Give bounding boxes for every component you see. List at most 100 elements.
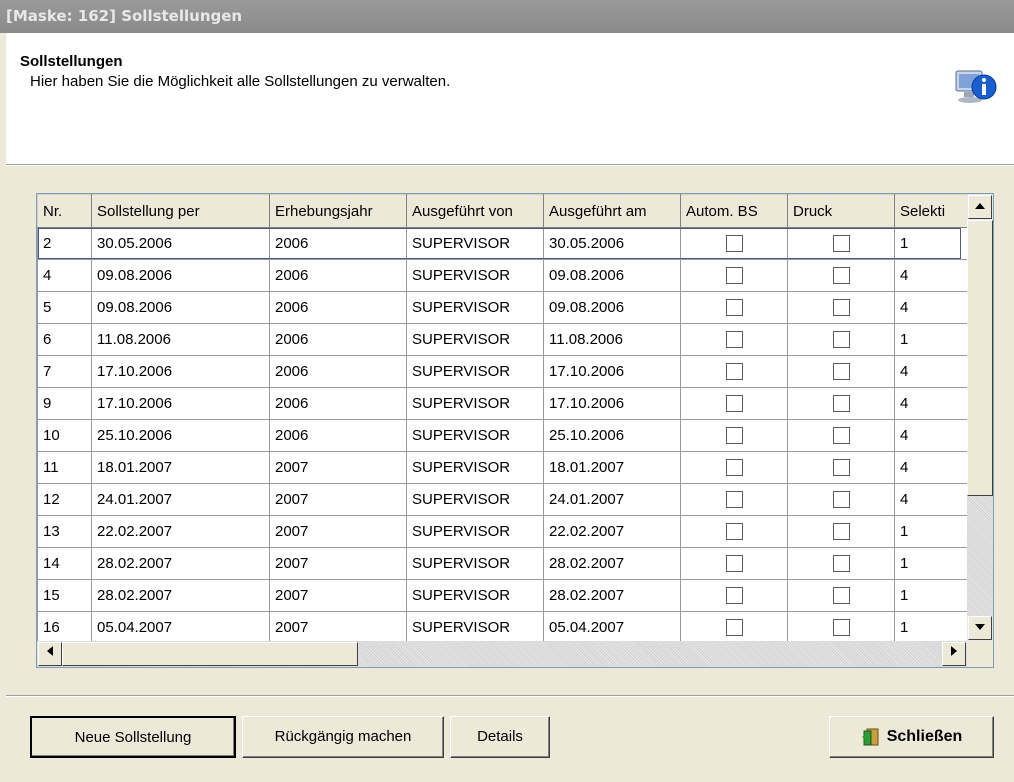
cell-selektion[interactable]: 4 xyxy=(894,291,968,324)
cell-sollstellung-per[interactable]: 24.01.2007 xyxy=(91,483,270,516)
cell-nr[interactable]: 13 xyxy=(37,515,92,548)
cell-ausgefuehrt-von[interactable]: SUPERVISOR xyxy=(406,579,544,612)
cell-nr[interactable]: 7 xyxy=(37,355,92,388)
column-header-ausgefuehrt-von[interactable]: Ausgeführt von xyxy=(406,194,544,228)
cell-sollstellung-per[interactable]: 09.08.2006 xyxy=(91,291,270,324)
autom-bs-checkbox[interactable] xyxy=(725,331,743,349)
vertical-scroll-thumb[interactable] xyxy=(967,220,993,496)
cell-ausgefuehrt-am[interactable]: 05.04.2007 xyxy=(543,611,681,644)
autom-bs-checkbox[interactable] xyxy=(725,523,743,541)
cell-selektion[interactable]: 1 xyxy=(894,515,968,548)
cell-sollstellung-per[interactable]: 05.04.2007 xyxy=(91,611,270,644)
autom-bs-checkbox[interactable] xyxy=(725,267,743,285)
cell-nr[interactable]: 9 xyxy=(37,387,92,420)
cell-selektion[interactable]: 4 xyxy=(894,387,968,420)
cell-ausgefuehrt-von[interactable]: SUPERVISOR xyxy=(406,291,544,324)
cell-erhebungsjahr[interactable]: 2007 xyxy=(269,515,407,548)
cell-sollstellung-per[interactable]: 25.10.2006 xyxy=(91,419,270,452)
table-row[interactable]: 5 09.08.2006 2006 SUPERVISOR 09.08.2006 4 xyxy=(37,291,968,324)
table-row[interactable]: 14 28.02.2007 2007 SUPERVISOR 28.02.2007 1 xyxy=(37,547,968,580)
druck-checkbox[interactable] xyxy=(832,491,850,509)
cell-selektion[interactable]: 1 xyxy=(894,227,968,260)
cell-sollstellung-per[interactable]: 22.02.2007 xyxy=(91,515,270,548)
cell-ausgefuehrt-am[interactable]: 30.05.2006 xyxy=(543,227,681,260)
cell-nr[interactable]: 6 xyxy=(37,323,92,356)
cell-ausgefuehrt-am[interactable]: 17.10.2006 xyxy=(543,387,681,420)
cell-nr[interactable]: 16 xyxy=(37,611,92,644)
cell-erhebungsjahr[interactable]: 2006 xyxy=(269,387,407,420)
cell-ausgefuehrt-am[interactable]: 09.08.2006 xyxy=(543,291,681,324)
druck-checkbox[interactable] xyxy=(832,299,850,317)
cell-erhebungsjahr[interactable]: 2007 xyxy=(269,579,407,612)
table-row[interactable]: 4 09.08.2006 2006 SUPERVISOR 09.08.2006 4 xyxy=(37,259,968,292)
cell-sollstellung-per[interactable]: 17.10.2006 xyxy=(91,387,270,420)
cell-ausgefuehrt-von[interactable]: SUPERVISOR xyxy=(406,355,544,388)
table-row[interactable]: 15 28.02.2007 2007 SUPERVISOR 28.02.2007 1 xyxy=(37,579,968,612)
table-row[interactable]: 12 24.01.2007 2007 SUPERVISOR 24.01.2007 4 xyxy=(37,483,968,516)
column-header-sollstellung-per[interactable]: Sollstellung per xyxy=(91,194,270,228)
cell-selektion[interactable]: 4 xyxy=(894,355,968,388)
vertical-scroll-track[interactable] xyxy=(967,496,993,616)
cell-erhebungsjahr[interactable]: 2006 xyxy=(269,227,407,260)
cell-nr[interactable]: 11 xyxy=(37,451,92,484)
cell-nr[interactable]: 10 xyxy=(37,419,92,452)
cell-erhebungsjahr[interactable]: 2007 xyxy=(269,611,407,644)
table-row[interactable]: 13 22.02.2007 2007 SUPERVISOR 22.02.2007 1 xyxy=(37,515,968,548)
table-row[interactable]: 9 17.10.2006 2006 SUPERVISOR 17.10.2006 4 xyxy=(37,387,968,420)
column-header-erhebungsjahr[interactable]: Erhebungsjahr xyxy=(269,194,407,228)
cell-selektion[interactable]: 1 xyxy=(894,579,968,612)
cell-selektion[interactable]: 1 xyxy=(894,611,968,644)
cell-selektion[interactable]: 1 xyxy=(894,547,968,580)
column-header-selektion[interactable]: Selekti xyxy=(894,194,968,228)
cell-ausgefuehrt-von[interactable]: SUPERVISOR xyxy=(406,259,544,292)
close-button[interactable]: Schließen xyxy=(829,716,994,758)
scroll-down-button[interactable] xyxy=(968,616,992,640)
autom-bs-checkbox[interactable] xyxy=(725,491,743,509)
druck-checkbox[interactable] xyxy=(832,331,850,349)
cell-ausgefuehrt-am[interactable]: 17.10.2006 xyxy=(543,355,681,388)
autom-bs-checkbox[interactable] xyxy=(725,235,743,253)
cell-ausgefuehrt-am[interactable]: 25.10.2006 xyxy=(543,419,681,452)
cell-erhebungsjahr[interactable]: 2006 xyxy=(269,323,407,356)
table-row[interactable]: 10 25.10.2006 2006 SUPERVISOR 25.10.2006 4 xyxy=(37,419,968,452)
autom-bs-checkbox[interactable] xyxy=(725,299,743,317)
cell-sollstellung-per[interactable]: 28.02.2007 xyxy=(91,579,270,612)
horizontal-scrollbar[interactable] xyxy=(37,641,967,667)
scroll-left-button[interactable] xyxy=(38,642,62,666)
autom-bs-checkbox[interactable] xyxy=(725,395,743,413)
druck-checkbox[interactable] xyxy=(832,395,850,413)
scroll-right-button[interactable] xyxy=(942,642,966,666)
druck-checkbox[interactable] xyxy=(832,587,850,605)
cell-ausgefuehrt-von[interactable]: SUPERVISOR xyxy=(406,387,544,420)
cell-ausgefuehrt-am[interactable]: 28.02.2007 xyxy=(543,579,681,612)
table-row[interactable]: 11 18.01.2007 2007 SUPERVISOR 18.01.2007 4 xyxy=(37,451,968,484)
cell-erhebungsjahr[interactable]: 2006 xyxy=(269,419,407,452)
druck-checkbox[interactable] xyxy=(832,235,850,253)
column-header-druck[interactable]: Druck xyxy=(787,194,895,228)
autom-bs-checkbox[interactable] xyxy=(725,555,743,573)
cell-ausgefuehrt-von[interactable]: SUPERVISOR xyxy=(406,451,544,484)
column-header-nr[interactable]: Nr. xyxy=(37,194,92,228)
cell-sollstellung-per[interactable]: 30.05.2006 xyxy=(91,227,270,260)
druck-checkbox[interactable] xyxy=(832,267,850,285)
table-row[interactable]: 16 05.04.2007 2007 SUPERVISOR 05.04.2007 1 xyxy=(37,611,968,644)
cell-nr[interactable]: 15 xyxy=(37,579,92,612)
column-header-autom-bs[interactable]: Autom. BS xyxy=(680,194,788,228)
druck-checkbox[interactable] xyxy=(832,459,850,477)
table-row[interactable]: 2 30.05.2006 2006 SUPERVISOR 30.05.2006 1 xyxy=(37,227,968,260)
druck-checkbox[interactable] xyxy=(832,523,850,541)
cell-ausgefuehrt-am[interactable]: 24.01.2007 xyxy=(543,483,681,516)
horizontal-scroll-thumb[interactable] xyxy=(62,642,358,666)
autom-bs-checkbox[interactable] xyxy=(725,363,743,381)
autom-bs-checkbox[interactable] xyxy=(725,587,743,605)
druck-checkbox[interactable] xyxy=(832,363,850,381)
druck-checkbox[interactable] xyxy=(832,619,850,637)
autom-bs-checkbox[interactable] xyxy=(725,619,743,637)
cell-nr[interactable]: 12 xyxy=(37,483,92,516)
cell-selektion[interactable]: 4 xyxy=(894,483,968,516)
cell-erhebungsjahr[interactable]: 2006 xyxy=(269,355,407,388)
cell-selektion[interactable]: 4 xyxy=(894,259,968,292)
cell-erhebungsjahr[interactable]: 2007 xyxy=(269,451,407,484)
scroll-up-button[interactable] xyxy=(968,195,992,219)
cell-ausgefuehrt-von[interactable]: SUPERVISOR xyxy=(406,227,544,260)
